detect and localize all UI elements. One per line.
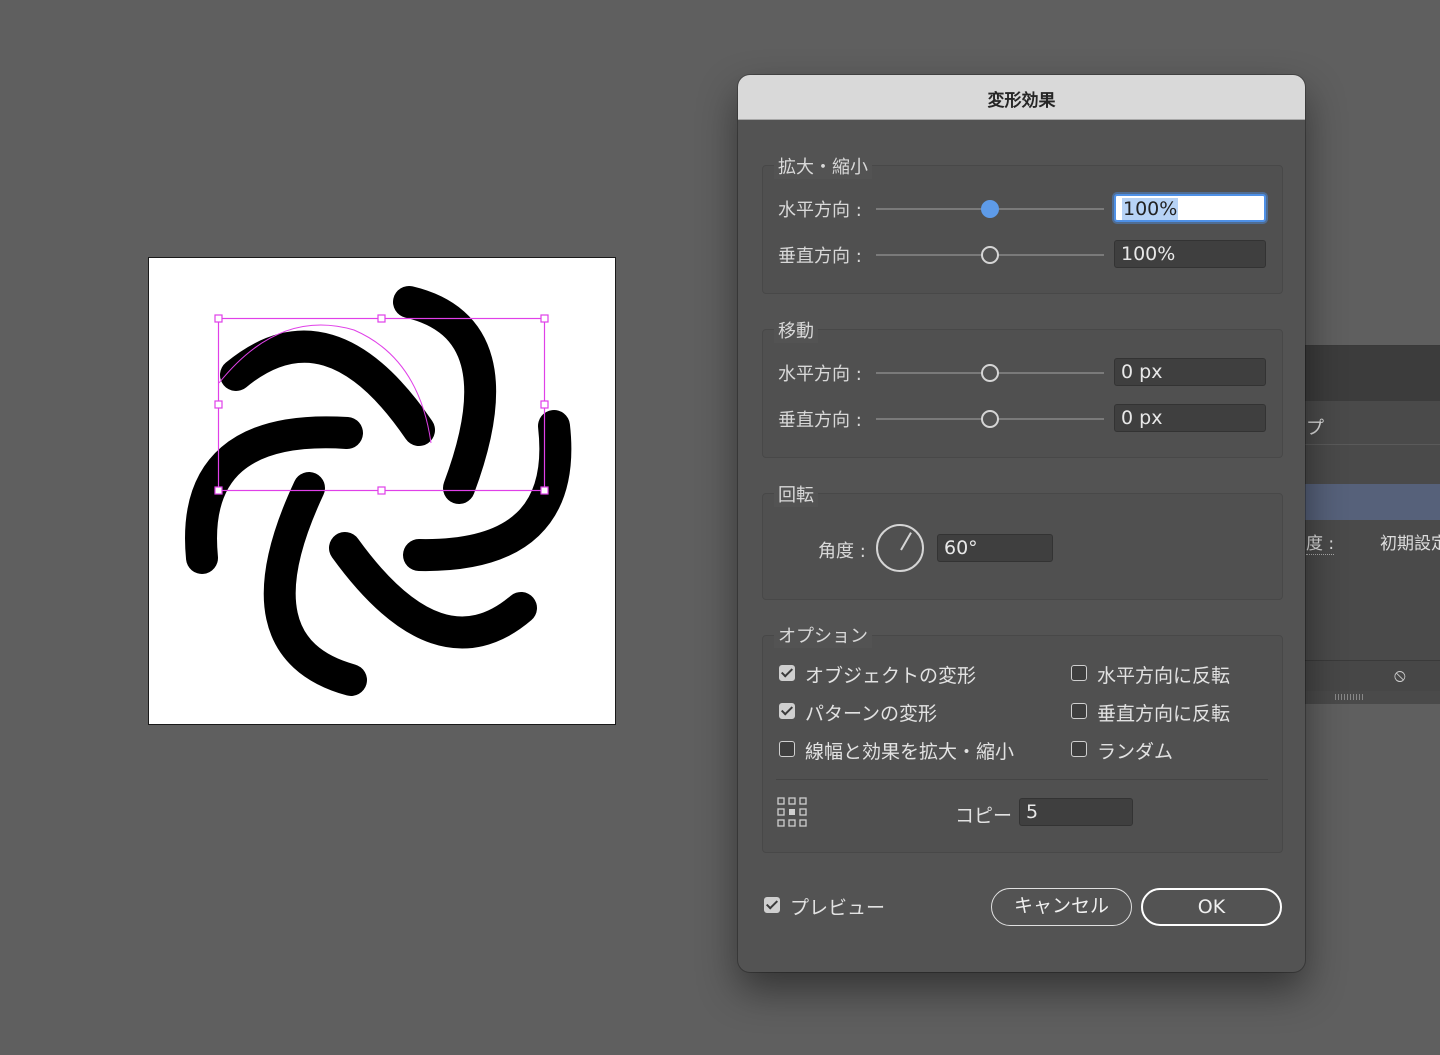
options-separator	[776, 779, 1268, 780]
scale-horizontal-label: 水平方向 :	[778, 200, 862, 221]
reflect-x-label[interactable]: 水平方向に反転	[1097, 661, 1230, 688]
panel-selected-row[interactable]	[1300, 484, 1440, 520]
random-label[interactable]: ランダム	[1097, 737, 1173, 764]
panel-tab-label[interactable]: プ	[1306, 414, 1324, 440]
scale-vertical-slider-thumb[interactable]	[981, 246, 999, 264]
selection-handle[interactable]	[377, 486, 386, 495]
angle-dial[interactable]	[876, 524, 924, 572]
selection-handle[interactable]	[214, 486, 223, 495]
no-entry-icon[interactable]: ⦸	[1394, 665, 1406, 686]
swirl-arm-5[interactable]	[263, 472, 367, 696]
preview-label[interactable]: プレビュー	[790, 893, 885, 920]
selection-handle[interactable]	[540, 486, 549, 495]
move-horizontal-input[interactable]: 0 px	[1114, 358, 1266, 386]
scale-vertical-input[interactable]: 100%	[1114, 240, 1266, 268]
random-checkbox[interactable]	[1071, 741, 1087, 757]
scale-legend: 拡大・縮小	[774, 153, 872, 179]
move-legend: 移動	[774, 317, 818, 343]
panel-tab-row[interactable]: プ	[1300, 406, 1440, 445]
scale-group	[762, 165, 1283, 294]
options-legend: オプション	[774, 622, 872, 648]
artboard[interactable]	[148, 257, 616, 725]
move-horizontal-label: 水平方向 :	[778, 364, 862, 385]
dialog-title: 変形効果	[987, 91, 1056, 111]
copies-label: コピー	[955, 805, 1013, 827]
selection-handle[interactable]	[540, 400, 549, 409]
scale-strokes-label[interactable]: 線幅と効果を拡大・縮小	[805, 737, 1014, 764]
reflect-x-checkbox[interactable]	[1071, 665, 1087, 681]
opacity-value[interactable]: 初期設定	[1380, 529, 1440, 554]
transform-patterns-label[interactable]: パターンの変形	[805, 699, 937, 726]
transform-patterns-checkbox[interactable]	[779, 703, 795, 719]
move-vertical-slider-thumb[interactable]	[981, 410, 999, 428]
swirl-arm-2[interactable]	[393, 286, 497, 504]
reflect-y-label[interactable]: 垂直方向に反転	[1097, 699, 1230, 726]
dialog-titlebar[interactable]: 変形効果	[738, 75, 1305, 120]
resize-grip[interactable]	[1335, 694, 1365, 700]
transform-objects-checkbox[interactable]	[779, 665, 795, 681]
scale-strokes-checkbox[interactable]	[779, 741, 795, 757]
move-horizontal-slider-thumb[interactable]	[981, 364, 999, 382]
selection-handle[interactable]	[377, 314, 386, 323]
scale-horizontal-slider-thumb[interactable]	[981, 200, 999, 218]
angle-label: 角度 :	[818, 541, 866, 562]
swirl-artwork[interactable]	[149, 258, 615, 724]
selection-handle[interactable]	[214, 400, 223, 409]
preview-checkbox[interactable]	[764, 897, 780, 913]
panel-header	[1300, 346, 1440, 401]
opacity-label: 度 :	[1306, 529, 1335, 555]
transparency-panel: プ 度 : 初期設定 ⦸	[1300, 345, 1440, 704]
scale-vertical-label: 垂直方向 :	[778, 246, 862, 267]
move-vertical-label: 垂直方向 :	[778, 410, 862, 431]
scale-horizontal-input[interactable]: 100%	[1114, 194, 1266, 222]
selection-handle[interactable]	[214, 314, 223, 323]
reference-point-grid-icon[interactable]	[777, 797, 807, 827]
ok-button[interactable]: OK	[1141, 888, 1282, 926]
transform-objects-label[interactable]: オブジェクトの変形	[805, 661, 976, 688]
rotate-legend: 回転	[774, 481, 818, 507]
reflect-y-checkbox[interactable]	[1071, 703, 1087, 719]
copies-input[interactable]: 5	[1019, 798, 1133, 826]
transform-effect-dialog: 変形効果 拡大・縮小 水平方向 : 100% 垂直方向 : 100% 移動 水平…	[738, 75, 1305, 972]
move-vertical-input[interactable]: 0 px	[1114, 404, 1266, 432]
cancel-button[interactable]: キャンセル	[991, 888, 1132, 926]
selection-handle[interactable]	[540, 314, 549, 323]
move-group	[762, 329, 1283, 458]
angle-input[interactable]: 60°	[937, 534, 1053, 562]
panel-footer: ⦸	[1300, 660, 1440, 691]
